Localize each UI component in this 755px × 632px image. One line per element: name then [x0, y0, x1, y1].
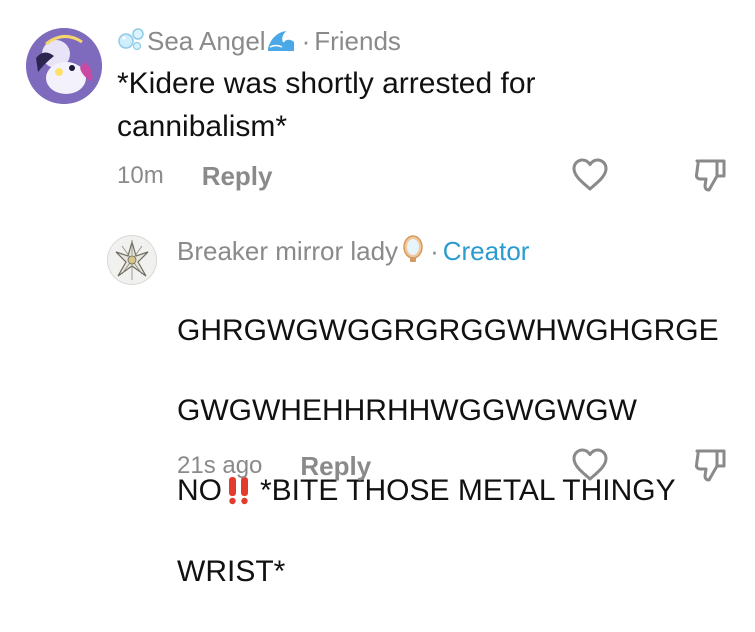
- header-separator: ·: [301, 25, 311, 56]
- thumbs-down-outline-icon: [694, 449, 726, 482]
- comment-meta: 10m Reply: [117, 158, 273, 194]
- comment-timestamp: 21s ago: [177, 452, 263, 479]
- comment-header: Breaker mirror lady · Creator: [177, 234, 529, 268]
- body-line: WRIST*: [177, 555, 286, 589]
- dislike-button[interactable]: [690, 445, 730, 485]
- reply-button[interactable]: Reply: [202, 161, 273, 192]
- thumbs-down-outline-icon: [694, 159, 726, 192]
- reply-comment-item: Breaker mirror lady · Creator GHRGWGWGGR…: [0, 222, 755, 588]
- comment-username[interactable]: Breaker mirror lady: [177, 236, 398, 267]
- heart-outline-icon: [572, 448, 608, 481]
- dislike-button[interactable]: [690, 155, 730, 195]
- comment-username[interactable]: Sea Angel: [147, 26, 266, 57]
- body-line: GHRGWGWGGRGRGGWHWGHGRGE: [177, 314, 719, 347]
- relation-label: Friends: [314, 25, 401, 56]
- bubbles-emoji-icon: [117, 25, 147, 58]
- wave-emoji-icon: [266, 25, 296, 58]
- avatar[interactable]: [26, 28, 102, 104]
- reply-button[interactable]: Reply: [300, 451, 371, 482]
- body-line: GWGWHEHHRHHWGGWGWGW: [177, 394, 637, 427]
- comment-meta: 21s ago Reply: [177, 448, 371, 484]
- avatar-illustration: [26, 28, 102, 104]
- avatar-illustration: [108, 236, 156, 284]
- comment-header: Sea Angel · Friends: [117, 24, 401, 58]
- like-button[interactable]: [570, 155, 610, 195]
- comment-item: Sea Angel · Friends *Kidere was shortly …: [0, 0, 755, 210]
- comment-body: *Kidere was shortly arrested for canniba…: [117, 67, 536, 143]
- header-separator: ·: [430, 235, 439, 266]
- avatar[interactable]: [107, 235, 157, 285]
- like-button[interactable]: [570, 445, 610, 485]
- creator-badge: Creator: [442, 235, 530, 266]
- comment-timestamp: 10m: [117, 162, 164, 189]
- mirror-emoji-icon: [402, 234, 424, 269]
- heart-outline-icon: [572, 158, 608, 191]
